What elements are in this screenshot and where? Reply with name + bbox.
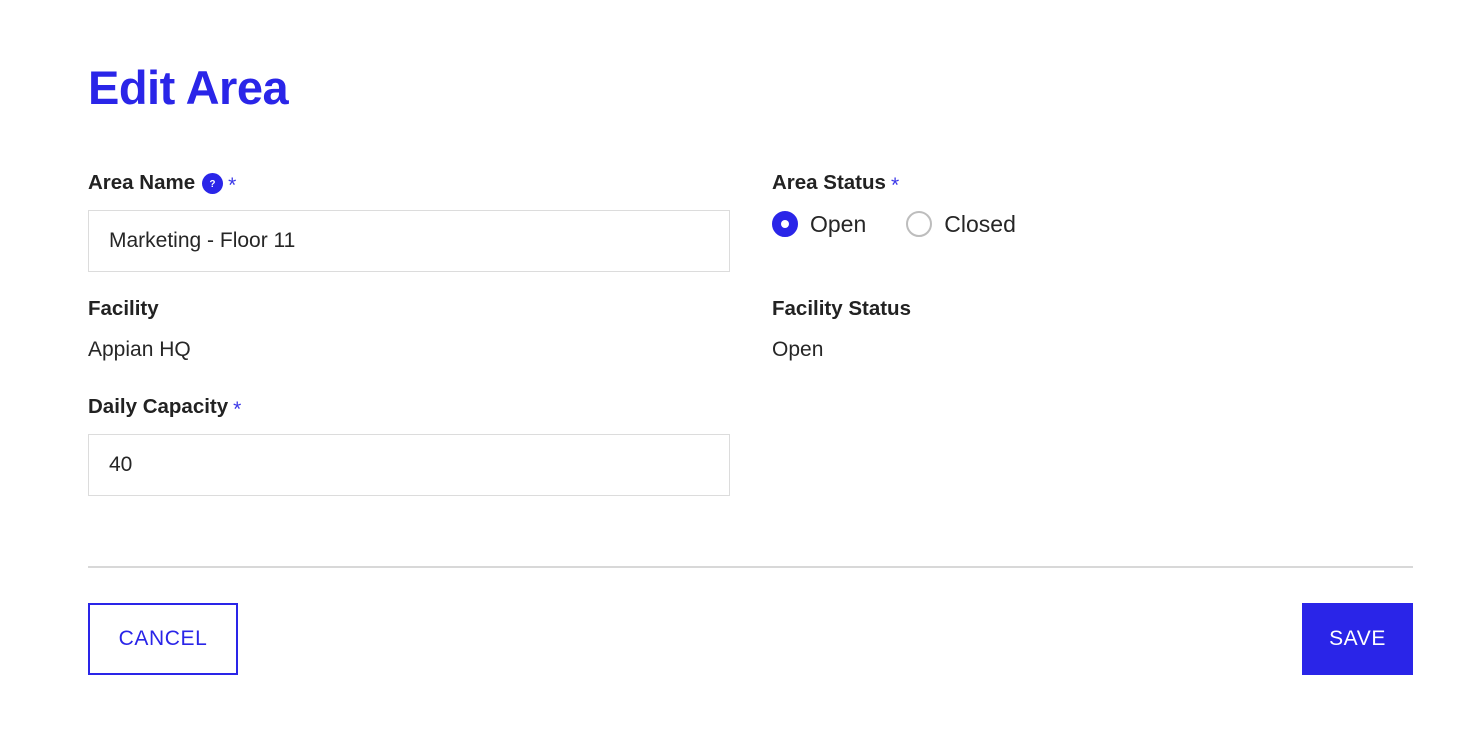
area-status-label: Area Status * (772, 170, 1413, 196)
form-row-3-right-spacer (772, 394, 1413, 496)
field-facility-status: Facility Status Open (772, 296, 1413, 364)
area-name-required-marker: * (228, 173, 237, 197)
radio-label-closed: Closed (944, 211, 1016, 237)
spacer-row-1 (88, 272, 1413, 296)
radio-mark-closed[interactable] (906, 211, 933, 237)
svg-text:?: ? (210, 178, 216, 189)
daily-capacity-input[interactable] (88, 434, 730, 496)
form-row-1: Area Name ? * Area Status * (88, 170, 1413, 272)
facility-status-value: Open (772, 338, 824, 361)
edit-area-form-page: Edit Area Area Name ? * Area Statu (0, 0, 1472, 754)
facility-status-label: Facility Status (772, 296, 1413, 322)
area-name-label-text: Area Name (88, 171, 196, 194)
radio-mark-open[interactable] (772, 211, 798, 237)
daily-capacity-required-marker: * (233, 397, 242, 421)
field-daily-capacity: Daily Capacity * (88, 394, 772, 496)
facility-status-label-text: Facility Status (772, 297, 911, 320)
facility-value: Appian HQ (88, 338, 191, 361)
save-button[interactable]: SAVE (1302, 603, 1413, 675)
help-circle-icon[interactable]: ? (202, 172, 224, 194)
field-area-status: Area Status * Open Closed (772, 170, 1413, 272)
form-fields-area: Area Name ? * Area Status * (88, 170, 1413, 496)
area-name-input[interactable] (88, 210, 730, 272)
area-status-radio-group: Open Closed (772, 210, 1413, 238)
radio-option-open[interactable]: Open (772, 210, 866, 238)
daily-capacity-label-text: Daily Capacity (88, 395, 229, 418)
area-status-required-marker: * (890, 173, 900, 197)
area-name-label: Area Name ? * (88, 170, 772, 196)
cancel-button[interactable]: CANCEL (88, 603, 238, 675)
form-row-2: Facility Appian HQ Facility Status Open (88, 296, 1413, 364)
footer-divider (88, 566, 1413, 568)
area-status-label-text: Area Status (772, 171, 886, 194)
facility-label-text: Facility (88, 297, 159, 320)
radio-option-closed[interactable]: Closed (906, 210, 1016, 238)
field-area-name: Area Name ? * (88, 170, 772, 272)
page-title: Edit Area (88, 61, 289, 115)
spacer-row-2 (88, 364, 1413, 394)
form-row-3: Daily Capacity * (88, 394, 1413, 496)
radio-label-open: Open (810, 211, 867, 237)
field-facility: Facility Appian HQ (88, 296, 772, 364)
facility-label: Facility (88, 296, 772, 322)
form-footer: CANCEL SAVE (88, 603, 1413, 675)
daily-capacity-label: Daily Capacity * (88, 394, 772, 420)
